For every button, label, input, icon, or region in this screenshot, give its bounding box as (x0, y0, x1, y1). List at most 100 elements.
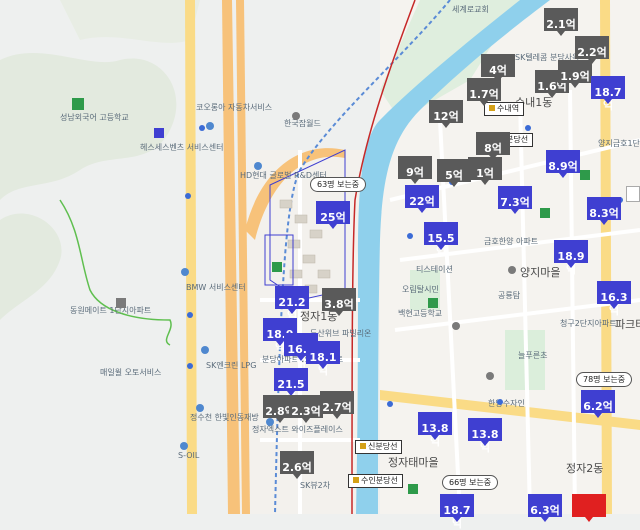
price-marker-value: 9억 (406, 166, 424, 179)
price-marker-value: 21.2억 (278, 296, 306, 322)
price-marker[interactable]: 21.2억 (275, 286, 309, 322)
price-marker-area (263, 318, 297, 328)
viewer-count-pill[interactable]: 63명 보는중 (310, 177, 367, 192)
price-marker-area (322, 288, 356, 298)
poi-label: 한국잡월드 (284, 118, 321, 128)
price-marker[interactable]: 4억 (481, 54, 515, 82)
poi-dot-icon (180, 442, 188, 450)
bus-stop-icon[interactable] (185, 193, 191, 199)
price-marker[interactable]: 2.7억 (320, 391, 354, 419)
poi-label: 코오롱아 자동차서비스 (196, 102, 272, 112)
hill-area (60, 0, 200, 43)
price-marker[interactable]: 2.3억 (289, 395, 323, 423)
price-marker-area (280, 451, 314, 461)
school-icon (580, 170, 590, 180)
price-marker-area (575, 36, 609, 46)
bus-stop-icon[interactable] (407, 233, 413, 239)
poi-label: 정수천 한빛인동재방 (190, 412, 259, 422)
price-marker-value: 18.1억 (309, 351, 337, 377)
price-marker-area (320, 391, 354, 401)
price-marker[interactable]: 8.9억 (546, 150, 580, 178)
price-marker-area (274, 368, 308, 378)
price-marker-area (587, 197, 621, 207)
price-marker-area (289, 395, 323, 405)
poi-label: SK뷰2차 (300, 481, 331, 490)
price-marker-area (437, 159, 471, 169)
price-marker-area (424, 222, 458, 232)
price-marker[interactable]: 25억 (316, 201, 350, 229)
price-marker[interactable]: 1.7억 (467, 78, 501, 106)
bus-stop-icon[interactable] (187, 363, 193, 369)
bus-stop-icon[interactable] (187, 312, 193, 318)
price-marker[interactable]: 18.1억 (306, 341, 340, 377)
price-marker-area (275, 286, 309, 296)
price-marker[interactable]: 2.1억 (544, 8, 578, 36)
price-marker[interactable]: 6.2억 (581, 390, 615, 418)
price-marker[interactable]: 12억 (429, 100, 463, 128)
price-marker-value: 6.2억 (583, 400, 613, 413)
price-marker-value: 18.9억 (557, 250, 585, 276)
price-marker[interactable]: 13.8억 (468, 418, 502, 454)
price-marker[interactable]: 21.5억 (274, 368, 308, 404)
price-marker-area (468, 157, 502, 167)
price-marker-area (476, 132, 510, 142)
price-marker-value: 2.3억 (291, 405, 321, 418)
area-label-jeongja2: 정자2동 (566, 462, 603, 475)
poi-label: 한양수자인 (488, 398, 525, 408)
price-marker[interactable]: 5억 (437, 159, 471, 187)
price-marker-area (546, 150, 580, 160)
price-marker-value: 22억 (409, 195, 435, 208)
price-marker[interactable]: 2.6억 (280, 451, 314, 479)
poi-dot-icon (206, 122, 214, 130)
trail (59, 199, 172, 346)
area-label-yangji: 양지마을 (520, 266, 560, 279)
poi-label: 청구2단지아파트 (560, 318, 617, 328)
price-marker[interactable]: 8억 (476, 132, 510, 160)
station-label[interactable]: 수내역 (484, 102, 525, 116)
poi-label: 백현고등학교 (398, 308, 442, 318)
price-marker[interactable]: 1억 (468, 157, 502, 185)
station-label[interactable]: 수인분당선 (348, 474, 403, 488)
poi-dot-icon (486, 372, 494, 380)
station-label[interactable]: 신분당선 (355, 440, 403, 454)
viewer-count-pill[interactable]: 78명 보는중 (576, 372, 633, 387)
viewer-count-pill[interactable]: 66명 보는중 (442, 475, 499, 490)
hill-area (0, 213, 62, 320)
map-control-button[interactable] (626, 186, 640, 202)
poi-label: S-OIL (178, 451, 200, 460)
poi-label: 공룡탐 (498, 290, 521, 300)
poi-label: 정자엑스트 와이즈플레이스 (252, 424, 343, 434)
bus-stop-icon[interactable] (387, 401, 393, 407)
poi-dot-icon (508, 266, 516, 274)
bus-stop-icon[interactable] (497, 399, 503, 405)
price-marker-area (528, 494, 562, 504)
price-marker-area (429, 100, 463, 110)
price-marker[interactable]: 22억 (405, 185, 439, 213)
price-marker[interactable]: 13.8억 (418, 412, 452, 448)
poi-dot-icon (181, 268, 189, 276)
poi-label: 티스테이션 (416, 264, 453, 274)
price-marker[interactable]: 9억 (398, 156, 432, 184)
price-marker[interactable]: 1.9억 (558, 60, 592, 88)
bus-stop-icon[interactable] (199, 125, 205, 131)
price-marker-value (572, 504, 606, 517)
road-yellow (185, 0, 197, 514)
price-marker[interactable]: 16.3억 (597, 281, 631, 317)
price-marker[interactable]: 8.3억 (587, 197, 621, 225)
price-marker-area (572, 494, 606, 504)
price-marker[interactable]: 18.7억 (591, 76, 625, 112)
poi-dot-icon (196, 404, 204, 412)
price-marker[interactable]: 7.3억 (498, 186, 532, 214)
price-marker[interactable]: 3.8억 (322, 288, 356, 316)
bus-stop-icon[interactable] (525, 125, 531, 131)
school-icon (72, 98, 84, 110)
price-marker[interactable]: 18.9억 (554, 240, 588, 276)
price-marker[interactable]: 2.2억 (575, 36, 609, 64)
price-marker-area (418, 412, 452, 422)
price-marker-value: 7.3억 (500, 196, 530, 209)
price-marker[interactable]: 15.5억 (424, 222, 458, 258)
price-marker-area (558, 60, 592, 70)
price-marker-value: 6.3억 (530, 504, 560, 517)
price-marker-value: 18.7억 (443, 504, 471, 530)
school-icon (428, 298, 438, 308)
